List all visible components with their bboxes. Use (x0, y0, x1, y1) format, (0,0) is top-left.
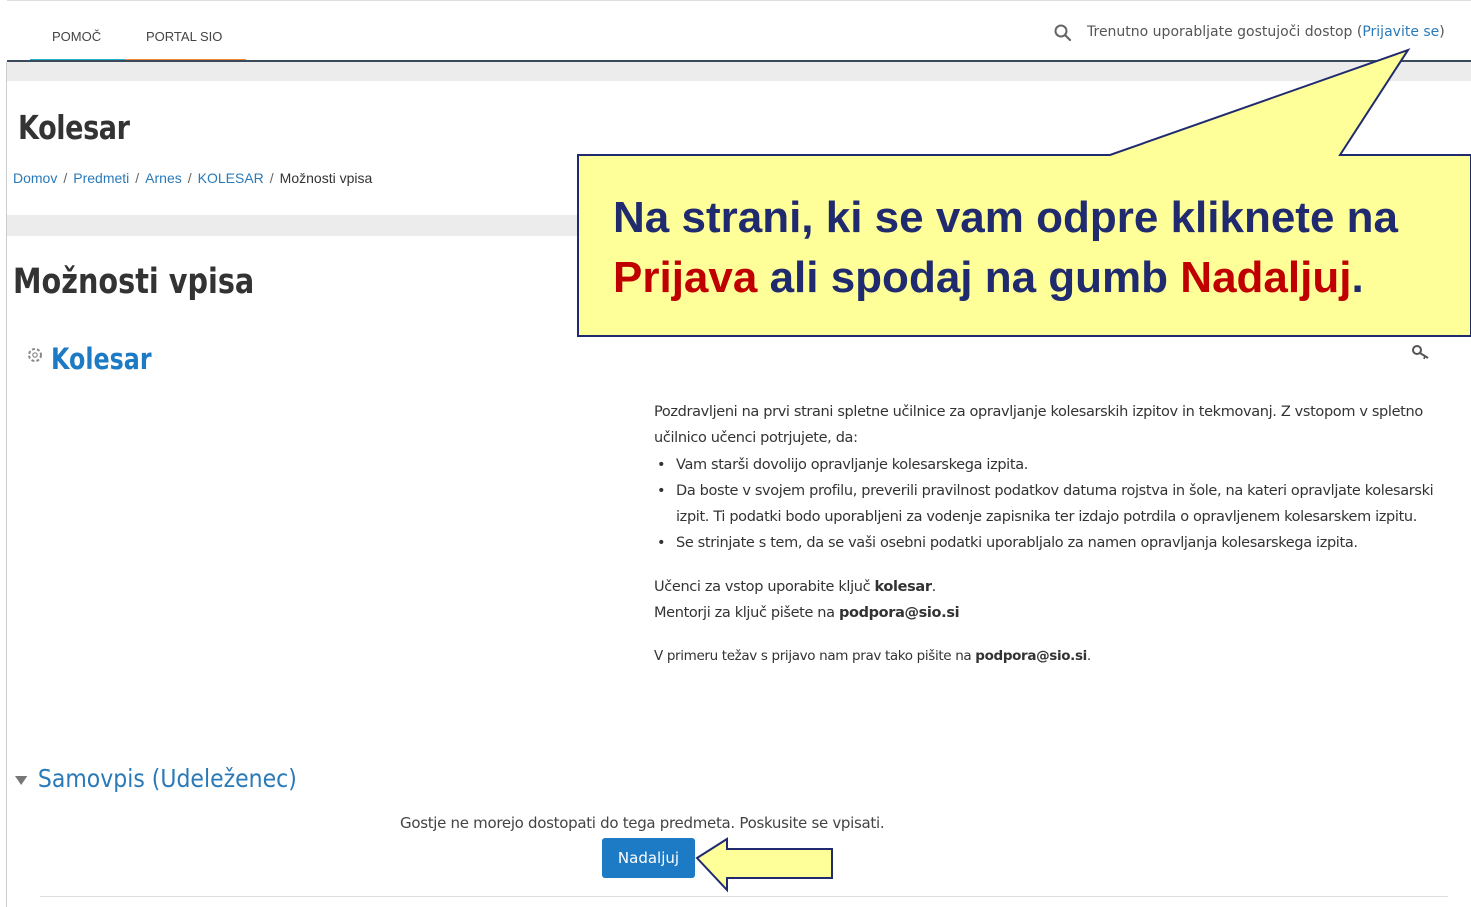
callout-highlight-prijava: Prijava (613, 253, 758, 302)
callout-arrow (695, 837, 833, 893)
callout-highlight-nadaljuj: Nadaljuj (1180, 253, 1352, 302)
annotation-overlay (577, 48, 1471, 893)
callout-text: Na strani, ki se vam odpre kliknete na P… (613, 188, 1398, 308)
callout-line-2: Prijava ali spodaj na gumb Nadaljuj. (613, 253, 1364, 302)
callout-line-1: Na strani, ki se vam odpre kliknete na (613, 193, 1398, 242)
